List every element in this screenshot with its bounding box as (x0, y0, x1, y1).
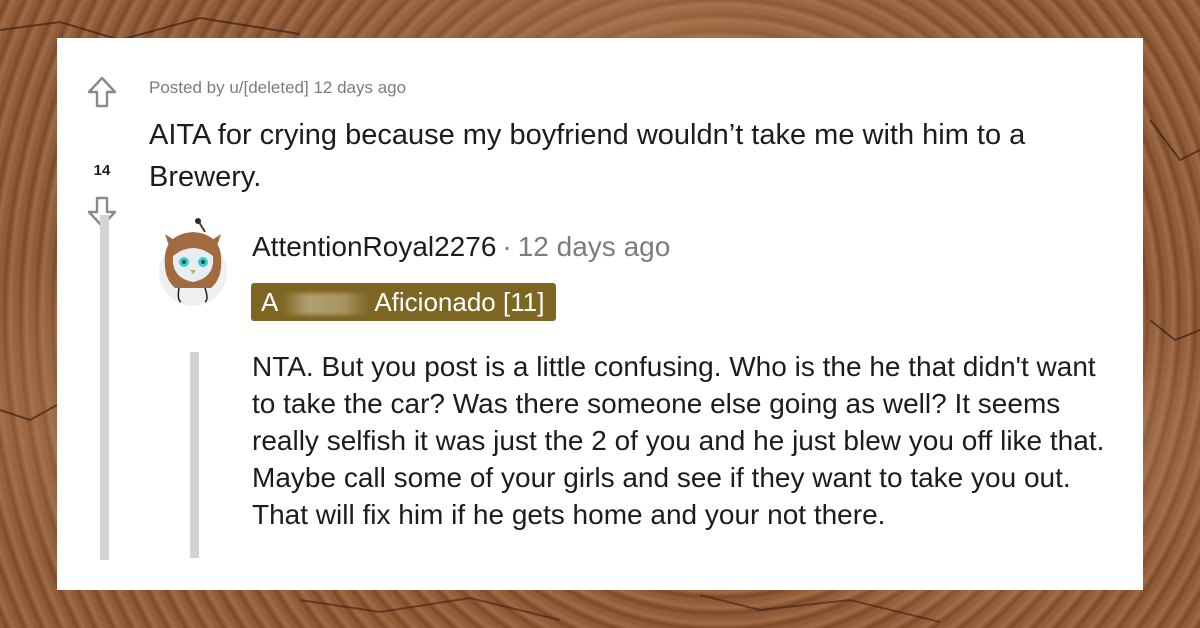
user-flair: A Aficionado [11] (251, 283, 557, 321)
reddit-post-card: 14 Posted by u/[deleted] 12 days ago AIT… (57, 38, 1143, 590)
meta-separator: · (502, 231, 512, 262)
comment-author[interactable]: AttentionRoyal2276 (252, 231, 496, 262)
flair-text-start: A (261, 287, 279, 317)
comment-author-line: AttentionRoyal2276 · 12 days ago (252, 231, 670, 263)
comment-body: NTA. But you post is a little confusing.… (252, 351, 1105, 530)
post-meta: Posted by u/[deleted] 12 days ago (149, 78, 407, 97)
upvote-arrow-icon[interactable] (87, 76, 117, 108)
post-title[interactable]: AITA for crying because my boyfriend wou… (149, 114, 1139, 198)
comment-thread-line[interactable] (190, 352, 199, 558)
snoo-owl-avatar-icon[interactable] (157, 216, 229, 306)
flair-redacted-blur (282, 293, 371, 316)
flair-text-end: Aficionado [11] (374, 287, 545, 317)
thread-line[interactable] (100, 215, 109, 560)
vote-count: 14 (93, 162, 111, 179)
comment-time: 12 days ago (517, 231, 671, 262)
